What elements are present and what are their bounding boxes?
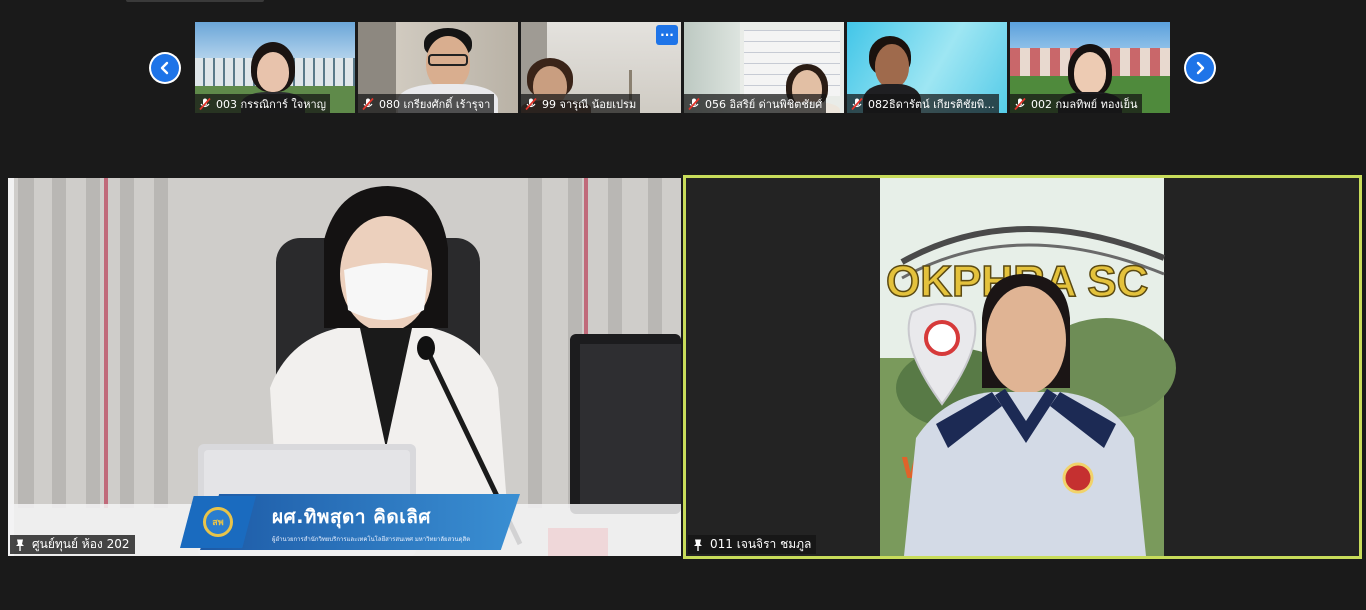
participant-name-label: 99 จารุณี น้อยเปรม [521,94,641,113]
mic-muted-icon [362,97,374,110]
active-speaker-video-tile[interactable]: OKPHRA SC w ิe 011 เจนจิรา ชมภูล [683,175,1362,559]
pin-icon [16,539,24,551]
participant-thumbnail[interactable]: 080 เกรียงศักดิ์ เร้ารุจา [358,22,518,113]
participant-name-label: ศูนย์ทุนย์ ห้อง 202 [10,535,135,554]
participant-thumbnail[interactable]: 082ธิดารัตน์ เกียรติชัยพิ... [847,22,1007,113]
participant-thumbnail[interactable]: ··· 99 จารุณี น้อยเปรม [521,22,681,113]
chevron-left-icon [151,54,179,82]
mic-muted-icon [525,97,537,110]
main-video-tile[interactable]: สพ ผศ.ทิพสุดา คิดเลิศ ผู้อำนวยการสำนักวิ… [8,178,681,556]
participant-name-label: 082ธิดารัตน์ เกียรติชัยพิ... [847,94,999,113]
chevron-right-icon [1186,54,1214,82]
caption-subtitle: ผู้อำนวยการสำนักวิทยบริการและเทคโนโลยีสา… [272,536,471,543]
speaker-caption-banner: สพ ผศ.ทิพสุดา คิดเลิศ ผู้อำนวยการสำนักวิ… [180,494,520,550]
participant-thumbnail[interactable]: 056 อิสริย์ ด่านพิชิตชัยศ์ [684,22,844,113]
mic-muted-icon [199,97,211,110]
participant-thumbnail[interactable]: 003 กรรณิการ์ ใจหาญ [195,22,355,113]
mic-muted-icon [688,97,700,110]
participant-name-label: 056 อิสริย์ ด่านพิชิตชัยศ์ [684,94,827,113]
more-options-button[interactable]: ··· [656,25,678,45]
mic-muted-icon [1014,97,1026,110]
caption-title: ผศ.ทิพสุดา คิดเลิศ [272,506,431,528]
participant-name-label: 003 กรรณิการ์ ใจหาญ [195,94,331,113]
participant-name-label: 002 กมลทิพย์ ทองเย็น [1010,94,1142,113]
participant-name-label: 011 เจนจิรา ชมภูล [688,535,817,554]
speaker-video-scene: OKPHRA SC w ิe [686,178,1359,556]
participant-name-label: 080 เกรียงศักดิ์ เร้ารุจา [358,94,495,113]
participant-strip: 003 กรรณิการ์ ใจหาญ 080 เกรียงศักดิ์ เร้… [0,0,1366,130]
previous-page-button[interactable] [149,52,181,84]
mic-muted-icon [851,97,863,110]
participant-thumbnail[interactable]: 002 กมลทิพย์ ทองเย็น [1010,22,1170,113]
university-seal-icon: สพ [203,507,233,537]
next-page-button[interactable] [1184,52,1216,84]
pin-icon [694,539,702,551]
